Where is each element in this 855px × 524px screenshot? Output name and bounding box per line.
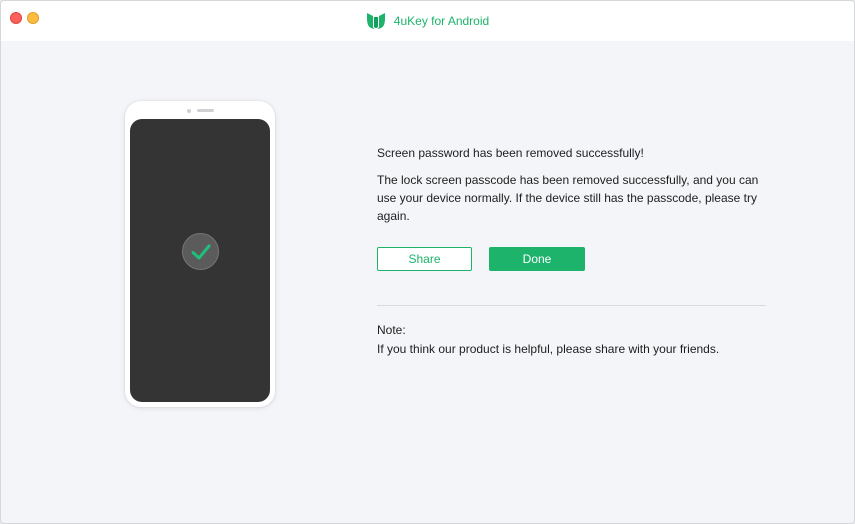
checkmark-icon — [191, 244, 210, 259]
app-window: 4uKey for Android Screen password has be… — [0, 0, 855, 524]
phone-speaker — [197, 109, 214, 112]
note-text: If you think our product is helpful, ple… — [377, 342, 720, 356]
result-description: The lock screen passcode has been remove… — [377, 173, 759, 223]
phone-screen — [130, 119, 270, 402]
result-heading: Screen password has been removed success… — [377, 146, 644, 160]
note-label: Note: — [377, 323, 406, 337]
4ukey-logo-icon — [366, 13, 385, 29]
done-button[interactable]: Done — [489, 247, 585, 271]
result-content: Screen password has been removed success… — [377, 145, 777, 225]
phone-illustration — [125, 101, 275, 407]
app-title-group: 4uKey for Android — [1, 1, 854, 41]
success-badge — [182, 233, 219, 270]
phone-camera — [187, 109, 191, 113]
section-divider — [377, 305, 766, 306]
share-button[interactable]: Share — [377, 247, 472, 271]
app-title: 4uKey for Android — [393, 14, 490, 28]
title-bar: 4uKey for Android — [1, 1, 854, 41]
